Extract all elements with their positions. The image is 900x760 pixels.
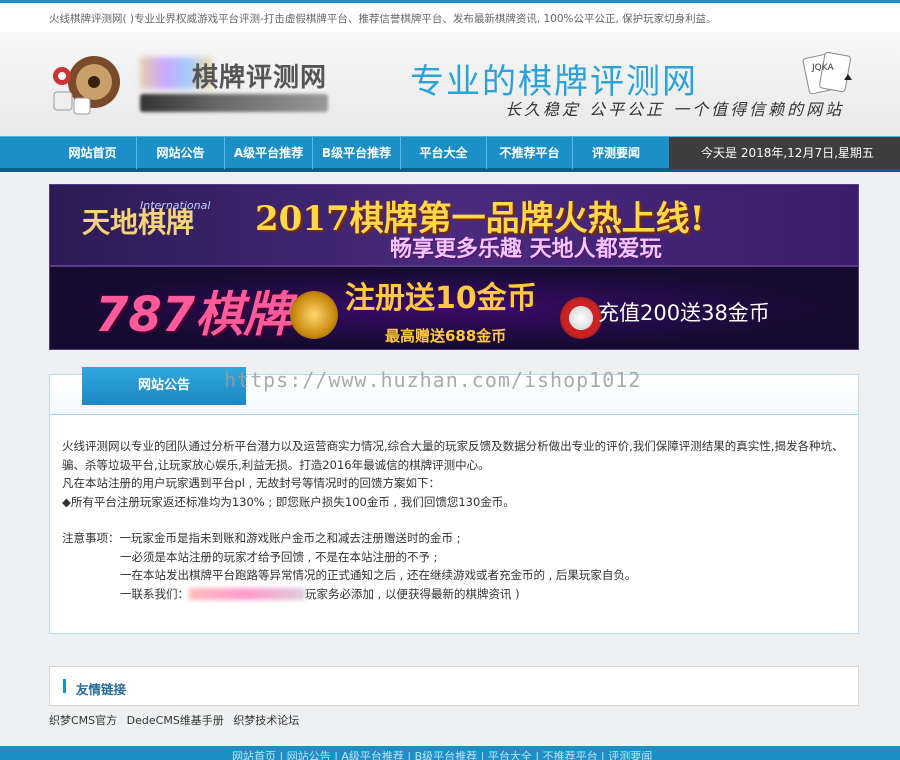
banner-register-bonus: 注册送10金币 [345,281,537,316]
nav-home[interactable]: 网站首页 [49,137,137,169]
casino-chips-icon [53,56,120,115]
friend-link[interactable]: 织梦CMS官方 [49,714,117,727]
ad-banner-787[interactable]: 787棋牌 注册送10金币 最高赠送688金币 充值200送38金币 [49,266,859,350]
nav-a-platforms[interactable]: A级平台推荐 [225,137,313,169]
watermark-text: https://www.huzhan.com/ishop1012 [224,368,642,392]
notice-tab[interactable]: 网站公告 [82,367,246,405]
nav-news[interactable]: 评测要闻 [573,137,659,169]
nav-not-recommended[interactable]: 不推荐平台 [487,137,573,169]
footer-nav[interactable]: 网站首页 | 网站公告 | A级平台推荐 | B级平台推荐 | 平台大全 | 不… [232,748,652,760]
poker-chip-icon [560,297,602,339]
nav-notice[interactable]: 网站公告 [137,137,225,169]
banner-logo-787: 787棋牌 [95,287,292,343]
friend-link[interactable]: DedeCMS维基手册 [127,714,224,727]
notice-item-1: 注意事项：一玩家金币是指未到账和游戏账户金币之和减去注册赠送时的金币 ; [62,531,461,545]
contact-blurred [189,588,305,600]
notice-plan: 凡在本站注册的用户玩家遇到平台pl , 无故封号等情况时的回馈方案如下： [62,476,440,490]
top-info-bar: 火线棋牌评测网( )专业业界权威游戏平台评测-打击虚假棋牌平台、推荐信誉棋牌平台… [0,0,900,32]
header-subslogan: 长久稳定 公平公正 一个值得信赖的网站 [505,100,845,119]
notice-item-4: 一联系我们： 玩家务必添加 , 以便获得最新的棋牌资讯 ) [120,586,520,601]
nav-b-platforms[interactable]: B级平台推荐 [313,137,401,169]
site-logo[interactable]: 火线棋牌评测网 [138,57,327,94]
notice-item-3: 一在本站发出棋牌平台跑路等异常情况的正式通知之后 , 还在继续游戏或者充金币的 … [120,568,637,582]
logo-url-blurred [140,94,328,112]
playing-cards-icon: JQKA [802,51,852,95]
friend-links-list: 织梦CMS官方 DedeCMS维基手册 织梦技术论坛 [49,712,305,728]
notice-refund-rule: ◆所有平台注册玩家返还标准均为130% ; 即您账户损失100金币 , 我们回馈… [62,494,515,509]
banner-max-bonus: 最高赠送688金币 [385,327,507,345]
friend-links-panel: 友情链接 [49,666,859,706]
main-nav: 网站首页 网站公告 A级平台推荐 B级平台推荐 平台大全 不推荐平台 评测要闻 … [0,136,900,172]
nav-all-platforms[interactable]: 平台大全 [401,137,487,169]
site-intro-text: 火线棋牌评测网( )专业业界权威游戏平台评测-打击虚假棋牌平台、推荐信誉棋牌平台… [49,13,717,25]
banner-subline: 畅享更多乐趣 天地人都爱玩 [390,237,662,262]
banner-logo-en: International [140,199,211,212]
notice-body: 火线评测网以专业的团队通过分析平台潜力以及运营商实力情况,综合大量的玩家反馈及数… [62,437,852,603]
footer-bar: 网站首页 | 网站公告 | A级平台推荐 | B级平台推荐 | 平台大全 | 不… [0,746,900,760]
friend-links-title: 友情链接 [76,682,127,697]
site-header: 火线棋牌评测网 专业的棋牌评测网 长久稳定 公平公正 一个值得信赖的网站 JQK… [0,32,900,136]
notice-item-2: 一必须是本站注册的玩家才给予回馈 , 不是在本站注册的不予 ; [120,549,438,564]
section-marker [63,679,66,693]
gold-chip-icon [290,291,338,339]
notice-intro: 火线评测网以专业的团队通过分析平台潜力以及运营商实力情况,综合大量的玩家反馈及数… [62,439,844,472]
notes-label: 注意事项： [62,531,120,545]
ad-banner-tiandi[interactable]: 天地棋牌 International 2017棋牌第一品牌火热上线! 畅享更多乐… [49,184,859,266]
notice-panel: 网站公告 火线评测网以专业的团队通过分析平台潜力以及运营商实力情况,综合大量的玩… [49,367,859,634]
friend-link[interactable]: 织梦技术论坛 [233,714,299,727]
cards-label: JQKA [811,63,834,73]
nav-menu: 网站首页 网站公告 A级平台推荐 B级平台推荐 平台大全 不推荐平台 评测要闻 [49,137,669,169]
banner-recharge-bonus: 充值200送38金币 [598,301,770,325]
current-date: 今天是 2018年,12月7日,星期五 [669,137,900,169]
